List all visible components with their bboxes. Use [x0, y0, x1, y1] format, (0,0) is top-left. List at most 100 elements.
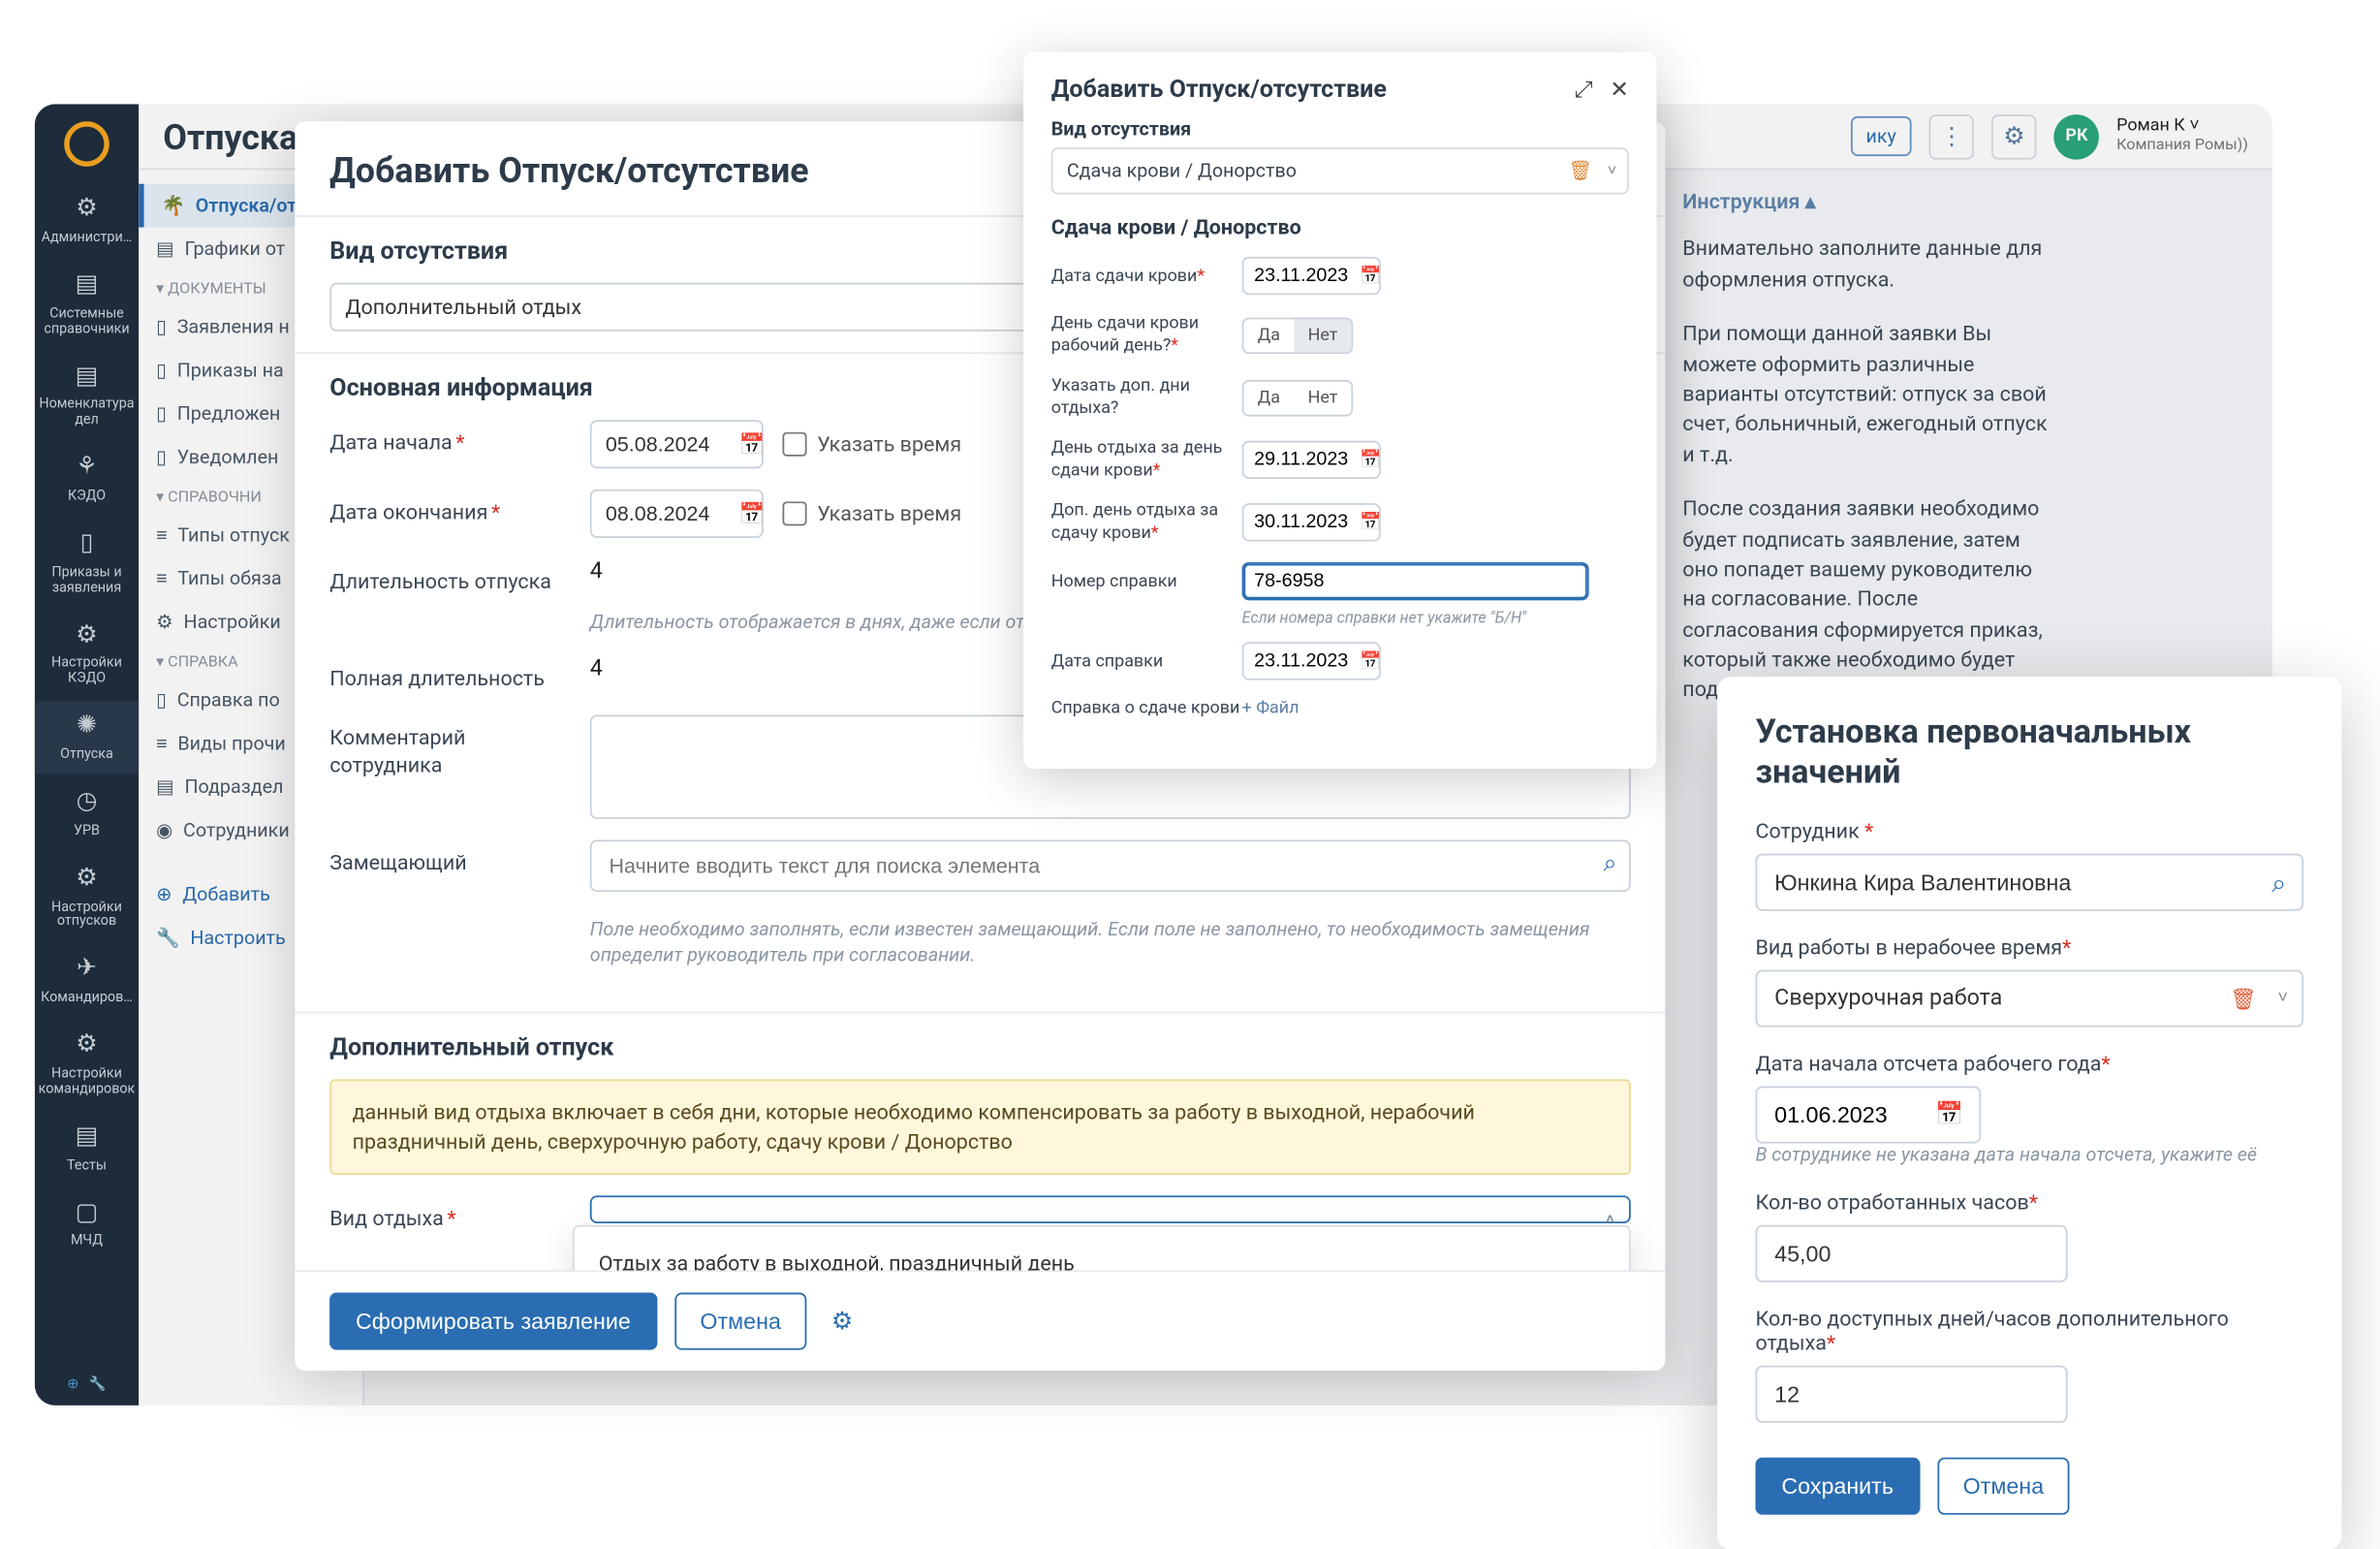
option-weekend[interactable]: Отдых за работу в выходной, праздничный … — [574, 1237, 1628, 1270]
search-icon: ⌕ — [2271, 868, 2286, 899]
modal-footer: Сформировать заявление Отмена ⚙ — [295, 1270, 1665, 1371]
add-file-button[interactable]: + Файл — [1242, 699, 1300, 718]
chevron-down-icon: ˅ — [1608, 161, 1616, 180]
document-icon: ▯ — [156, 446, 167, 468]
plus-icon: ⊕ — [156, 883, 172, 905]
close-icon[interactable]: ✕ — [1610, 78, 1629, 104]
box-icon: ▢ — [71, 1198, 102, 1229]
blood-donation-modal: Добавить Отпуск/отсутствие ⤢ ✕ Вид отсутс… — [1023, 52, 1656, 769]
label-days: Кол-во доступных дней/часов дополнительн… — [1755, 1307, 2303, 1355]
side-kedo-set[interactable]: ⚙Настройки КЭДО — [35, 610, 139, 698]
hours-input[interactable] — [1755, 1225, 2067, 1282]
cancel-button[interactable]: Отмена — [674, 1293, 807, 1350]
gear-icon: ⚙ — [71, 620, 102, 651]
avatar[interactable]: РК — [2054, 113, 2100, 159]
instruction-header[interactable]: Инструкция ▴ — [1682, 187, 2055, 217]
users-icon: ⚘ — [71, 453, 102, 484]
instruction-p1: Внимательно заполните данные для оформле… — [1682, 235, 2055, 295]
more-icon[interactable]: ⋮ — [1929, 113, 1975, 159]
chevron-down-icon: ˅ — [2278, 989, 2288, 1008]
instruction-p2: При помощи данной заявки Вы можете оформ… — [1682, 320, 2055, 471]
end-time-checkbox[interactable]: Указать время — [782, 501, 961, 525]
clock-icon: ◷ — [71, 787, 102, 818]
clipboard-icon: ▤ — [71, 1122, 102, 1153]
settings-icon[interactable]: ⚙ — [831, 1308, 853, 1336]
extra-days-segment[interactable]: ДаНет — [1242, 379, 1354, 416]
list-icon: ≡ — [156, 732, 167, 754]
help-icon: ▯ — [156, 689, 167, 711]
side-nomen[interactable]: ▤Номенклатура дел — [35, 351, 139, 439]
submit-button[interactable]: Сформировать заявление — [329, 1293, 657, 1350]
top-tools: ику ⋮ ⚙ РК Роман К ˅ Компания Ромы)) — [1850, 113, 2247, 159]
gear-icon: ⚙ — [71, 194, 102, 225]
calendar-icon: 📅 — [1935, 1102, 1963, 1128]
cert-date-input[interactable] — [1242, 642, 1381, 680]
work-kind-select[interactable]: Сверхурочная работа🗑˅ — [1755, 970, 2303, 1027]
end-date-input[interactable] — [590, 490, 764, 538]
full-duration-value: 4 — [590, 656, 603, 682]
page-title: Отпуска — [163, 115, 298, 157]
cert-number-input[interactable] — [1242, 562, 1589, 600]
delete-icon[interactable]: 🗑 — [2231, 988, 2257, 1012]
side-orders[interactable]: ▯Приказы и заявления — [35, 519, 139, 607]
label-substitute: Замещающий — [329, 839, 573, 877]
label-absence-type: Вид отсутствия — [1051, 118, 1629, 141]
days-input[interactable] — [1755, 1366, 2067, 1423]
rest-day-input[interactable] — [1242, 441, 1381, 479]
list-icon: ≡ — [156, 567, 167, 589]
gear-icon[interactable]: ⚙ — [1991, 113, 2037, 159]
wrench-icon: 🔧 — [156, 927, 180, 949]
extra-vacation-note: данный вид отдыха включает в себя дни, к… — [329, 1079, 1631, 1176]
label-full-duration: Полная длительность — [329, 656, 573, 694]
absence-type-select-2[interactable]: Сдача крови / Донорство🗑˅ — [1051, 147, 1629, 194]
label-duration: Длительность отпуска — [329, 558, 573, 596]
section-extra-vacation: Дополнительный отпуск — [329, 1033, 1631, 1061]
label-year-start: Дата начала отсчета рабочего года* — [1755, 1052, 2303, 1076]
label-start-date: Дата начала — [329, 420, 573, 458]
add-day-input[interactable] — [1242, 503, 1381, 541]
cert-number-hint: Если номера справки нет укажите "Б/Н" — [1242, 611, 1629, 628]
rest-kind-select[interactable]: ˄ — [590, 1196, 1631, 1224]
employee-input[interactable] — [1755, 854, 2303, 911]
side-sys[interactable]: ▤Системные справочники — [35, 260, 139, 348]
user-info: Роман К ˅ Компания Ромы)) — [2116, 116, 2248, 156]
user-name: Роман К ˅ — [2116, 116, 2248, 137]
start-date-input[interactable] — [590, 420, 764, 468]
label-employee: Сотрудник * — [1755, 819, 2303, 843]
instruction-p3: После создания заявки необходимо будет п… — [1682, 494, 2055, 706]
label-end-date: Дата окончания — [329, 490, 573, 527]
substitute-search[interactable] — [590, 839, 1631, 892]
delete-icon[interactable]: 🗑 — [1568, 160, 1592, 182]
side-mchd[interactable]: ▢МЧД — [35, 1187, 139, 1260]
main-sidebar: ⚙Администри… ▤Системные справочники ▤Ном… — [35, 104, 139, 1406]
side-trips[interactable]: ✈Командиров… — [35, 944, 139, 1017]
blood-date-input[interactable] — [1242, 257, 1381, 295]
modal2-title: Добавить Отпуск/отсутствие — [1051, 77, 1387, 105]
side-kedo[interactable]: ⚘КЭДО — [35, 442, 139, 515]
plane-icon: ✈ — [71, 955, 102, 986]
label-rest-kind: Вид отдыха — [329, 1196, 573, 1234]
person-icon: ◉ — [156, 819, 172, 841]
instruction-panel: Инструкция ▴ Внимательно заполните данны… — [1682, 187, 2055, 730]
rest-kind-dropdown: Отдых за работу в выходной, праздничный … — [573, 1224, 1631, 1270]
workday-segment[interactable]: ДаНет — [1242, 317, 1354, 354]
side-tests[interactable]: ▤Тесты — [35, 1112, 139, 1185]
list-icon: ≡ — [156, 524, 167, 547]
sidebar-add[interactable]: ⊕🔧 — [67, 1375, 107, 1391]
cancel-button-3[interactable]: Отмена — [1937, 1458, 2070, 1515]
plus-icon: ⊕ — [67, 1375, 78, 1391]
side-vacations[interactable]: ✺Отпуска — [35, 701, 139, 774]
initial-values-modal: Установка первоначальных значений Сотруд… — [1717, 677, 2341, 1549]
side-urv[interactable]: ◷УРВ — [35, 777, 139, 850]
schedule-button[interactable]: ику — [1850, 116, 1912, 156]
side-trips-set[interactable]: ⚙Настройки командировок — [35, 1020, 139, 1108]
book-icon: ▤ — [71, 270, 102, 301]
start-time-checkbox[interactable]: Указать время — [782, 432, 961, 457]
side-vac-set[interactable]: ⚙Настройки отпусков — [35, 853, 139, 941]
modal3-title: Установка первоначальных значений — [1755, 711, 2303, 791]
expand-icon[interactable]: ⤢ — [1575, 78, 1593, 104]
save-button[interactable]: Сохранить — [1755, 1458, 1919, 1515]
gear-icon: ⚙ — [156, 611, 173, 633]
wrench-icon: 🔧 — [89, 1375, 107, 1391]
side-admin[interactable]: ⚙Администри… — [35, 184, 139, 257]
